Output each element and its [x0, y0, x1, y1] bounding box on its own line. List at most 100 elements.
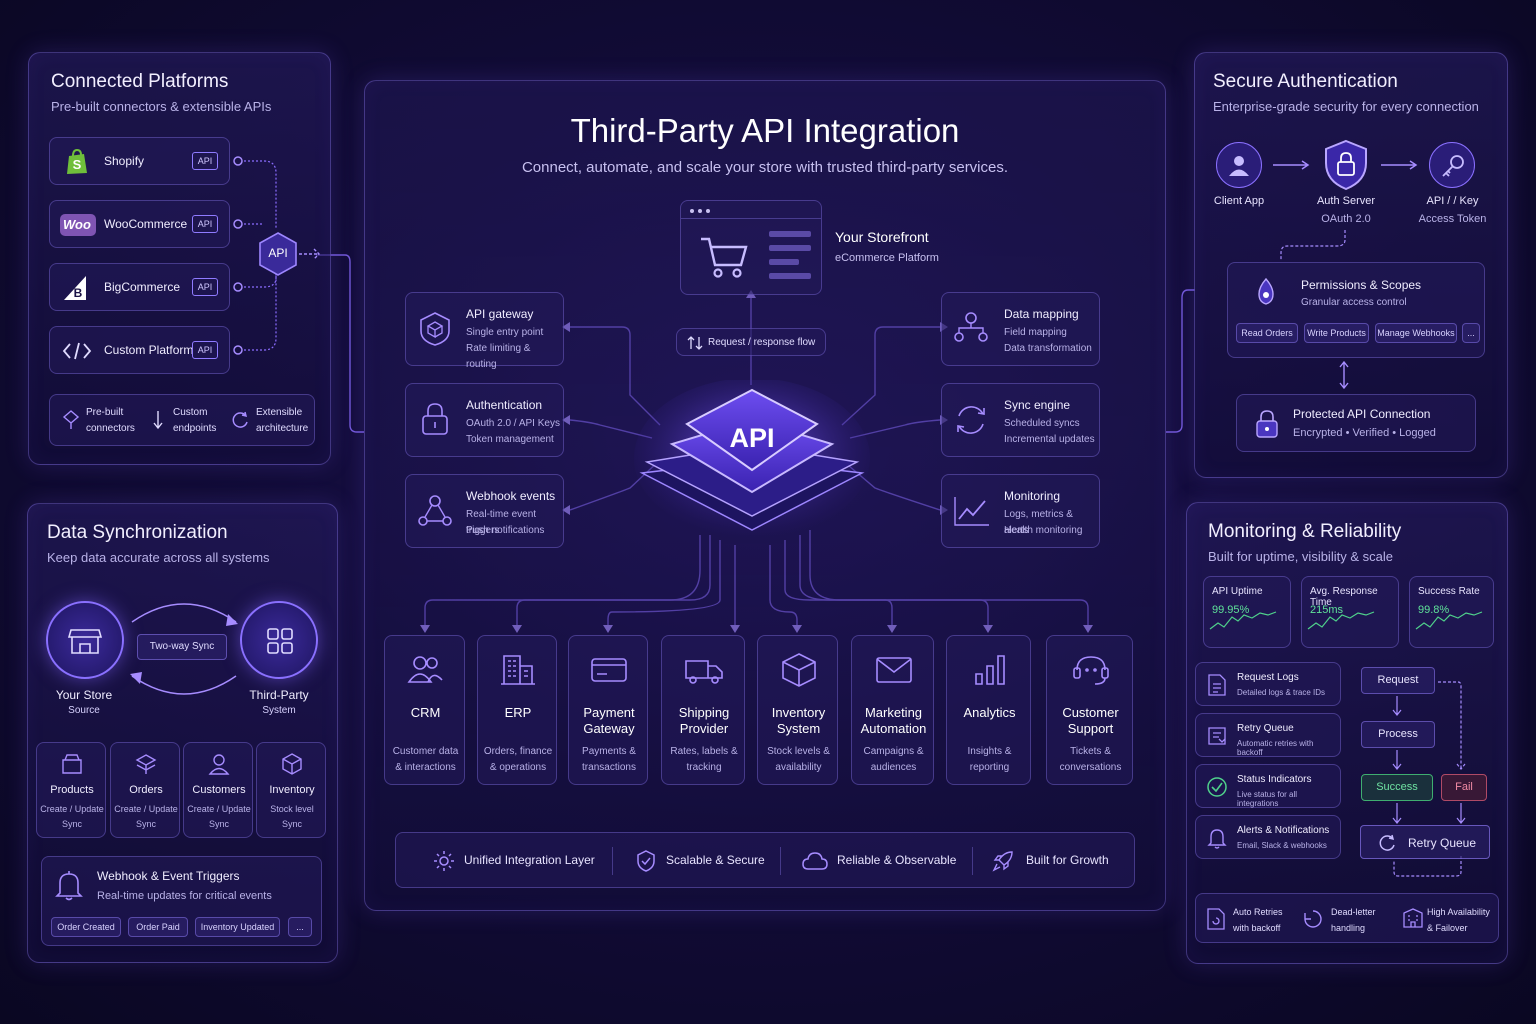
feature-card-authentication[interactable]: Authentication OAuth 2.0 / API Keys Toke…: [405, 383, 564, 457]
feature-line: connectors: [86, 423, 135, 434]
flow-label: Request / response flow: [708, 337, 816, 348]
envelope-icon: [875, 657, 912, 683]
queue-icon: [1208, 727, 1226, 745]
platform-name: WooCommerce: [104, 217, 188, 231]
entity-line: Sync: [281, 819, 302, 829]
service-desc: Insights & reporting: [947, 744, 1032, 776]
feature-card-monitoring[interactable]: Monitoring Logs, metrics & alerts Health…: [941, 474, 1100, 548]
feature-line: Data transformation: [1004, 343, 1092, 354]
store-node: [46, 601, 124, 679]
woocommerce-icon: Woo: [60, 214, 96, 236]
service-card-analytics[interactable]: Analytics Insights & reporting: [946, 635, 1031, 785]
feature-card-data-mapping[interactable]: Data mapping Field mapping Data transfor…: [941, 292, 1100, 366]
service-card-marketing-automation[interactable]: Marketing Automation Campaigns & audiences: [851, 635, 934, 785]
feature-line: Push notifications: [466, 525, 545, 536]
api-tag: API: [192, 278, 218, 296]
sparkline: [1307, 611, 1375, 630]
service-name-line: Customer: [1062, 705, 1119, 720]
item-title: Request Logs: [1237, 672, 1299, 683]
platform-card-shopify[interactable]: S Shopify API: [49, 137, 230, 185]
entity-line: Sync: [61, 819, 82, 829]
feature-card-sync-engine[interactable]: Sync engine Scheduled syncs Incremental …: [941, 383, 1100, 457]
more-tag[interactable]: ...: [288, 917, 312, 937]
service-desc: Payments & transactions: [569, 744, 649, 776]
divider: [972, 847, 973, 875]
two-way-sync-label: Two-way Sync: [137, 634, 227, 660]
service-desc: Rates, labels & tracking: [662, 744, 746, 776]
feature-title: Monitoring: [1004, 489, 1061, 503]
footer-item: Scalable & Secure: [666, 853, 765, 867]
panel-subtitle: Keep data accurate across all systems: [47, 550, 270, 565]
service-name-line: ERP: [504, 705, 532, 720]
service-name-line: Marketing: [864, 705, 923, 720]
placeholder-bar: [769, 231, 811, 237]
storefront-window[interactable]: [680, 200, 822, 295]
item-sub: Detailed logs & trace IDs: [1237, 688, 1326, 697]
service-desc-line: Orders, finance: [483, 746, 553, 757]
code-icon: [62, 342, 92, 360]
service-desc: Campaigns & audiences: [852, 744, 935, 776]
arrow-right-icon: [1381, 160, 1418, 170]
service-card-shipping-provider[interactable]: Shipping Provider Rates, labels & tracking: [661, 635, 745, 785]
cube-icon: [282, 753, 302, 775]
gear-icon: [434, 851, 454, 871]
monitor-item-request-logs[interactable]: Request Logs Detailed logs & trace IDs: [1195, 662, 1341, 706]
service-desc-line: reporting: [969, 762, 1010, 773]
third-party-node: [240, 601, 318, 679]
panel-title: Connected Platforms: [51, 71, 229, 92]
secure-auth-panel: Secure Authentication Enterprise-grade s…: [1194, 52, 1508, 478]
rocket-icon: [992, 851, 1013, 872]
service-card-erp[interactable]: ERP Orders, finance & operations: [477, 635, 557, 785]
service-card-inventory-system[interactable]: Inventory System Stock levels & availabilit…: [757, 635, 838, 785]
retry-queue-label: Retry Queue: [1408, 836, 1477, 850]
feature-card-api-gateway[interactable]: API gateway Single entry point Rate limi…: [405, 292, 564, 370]
platform-card-custom[interactable]: Custom Platform API: [49, 326, 230, 374]
lock-icon: [422, 403, 448, 435]
shopify-icon: S: [67, 148, 87, 174]
placeholder-bar: [769, 259, 799, 265]
platform-name: Custom Platform: [104, 343, 194, 357]
more-tag[interactable]: ...: [1462, 323, 1480, 343]
monitor-item-status-indicators[interactable]: Status Indicators Live status for all in…: [1195, 764, 1341, 808]
feature-line: Pre-built: [86, 407, 124, 418]
scope-tag[interactable]: Write Products: [1304, 323, 1369, 343]
arrow-down-icon: [153, 411, 163, 430]
placeholder-bar: [769, 273, 811, 279]
scope-tag[interactable]: Manage Webhooks: [1375, 323, 1457, 343]
flow-label-box: Request / response flow: [676, 328, 826, 356]
bell-icon: [1207, 829, 1227, 849]
panel-title: Monitoring & Reliability: [1208, 521, 1402, 542]
api-tag: API: [192, 341, 218, 359]
event-tag[interactable]: Order Paid: [128, 917, 188, 937]
panel-subtitle: Pre-built connectors & extensible APIs: [51, 99, 272, 114]
connector-icon: [62, 410, 80, 429]
monitor-item-alerts[interactable]: Alerts & Notifications Email, Slack & we…: [1195, 815, 1341, 859]
orders-icon: [135, 754, 157, 774]
feature-card-webhook-events[interactable]: Webhook events Real-time event triggers …: [405, 474, 564, 548]
service-name-line: Support: [1067, 721, 1114, 736]
service-desc-line: Customer data: [392, 746, 459, 757]
entity-line: Sync: [208, 819, 229, 829]
platform-card-woocommerce[interactable]: Woo WooCommerce API: [49, 200, 230, 248]
entity-name: Orders: [129, 784, 163, 796]
flow-process: Process: [1361, 721, 1435, 748]
storefront-subtitle: eCommerce Platform: [835, 252, 939, 264]
event-tag[interactable]: Order Created: [51, 917, 121, 937]
service-desc: Stock levels & availability: [758, 744, 839, 776]
item-title: Alerts & Notifications: [1237, 825, 1330, 836]
swap-vertical-icon: [687, 336, 703, 350]
flow-retry-queue[interactable]: Retry Queue: [1360, 825, 1490, 859]
page-subtitle: Connect, automate, and scale your store …: [521, 159, 1009, 176]
service-card-customer-support[interactable]: Customer Support Tickets & conversations: [1046, 635, 1133, 785]
service-card-crm[interactable]: CRM Customer data & interactions: [384, 635, 465, 785]
svg-text:B: B: [74, 286, 83, 300]
footer-item: Reliable & Observable: [837, 853, 957, 867]
platform-card-bigcommerce[interactable]: B BigCommerce API: [49, 263, 230, 311]
scope-tag[interactable]: Read Orders: [1236, 323, 1298, 343]
sparkline: [1415, 611, 1483, 630]
monitor-item-retry-queue[interactable]: Retry Queue Automatic retries with backo…: [1195, 713, 1341, 757]
entity-line: Sync: [135, 819, 156, 829]
service-card-payment-gateway[interactable]: Payment Gateway Payments & transactions: [568, 635, 648, 785]
platform-features: Pre-built connectors Custom endpoints Ex…: [49, 394, 315, 446]
event-tag[interactable]: Inventory Updated: [195, 917, 280, 937]
